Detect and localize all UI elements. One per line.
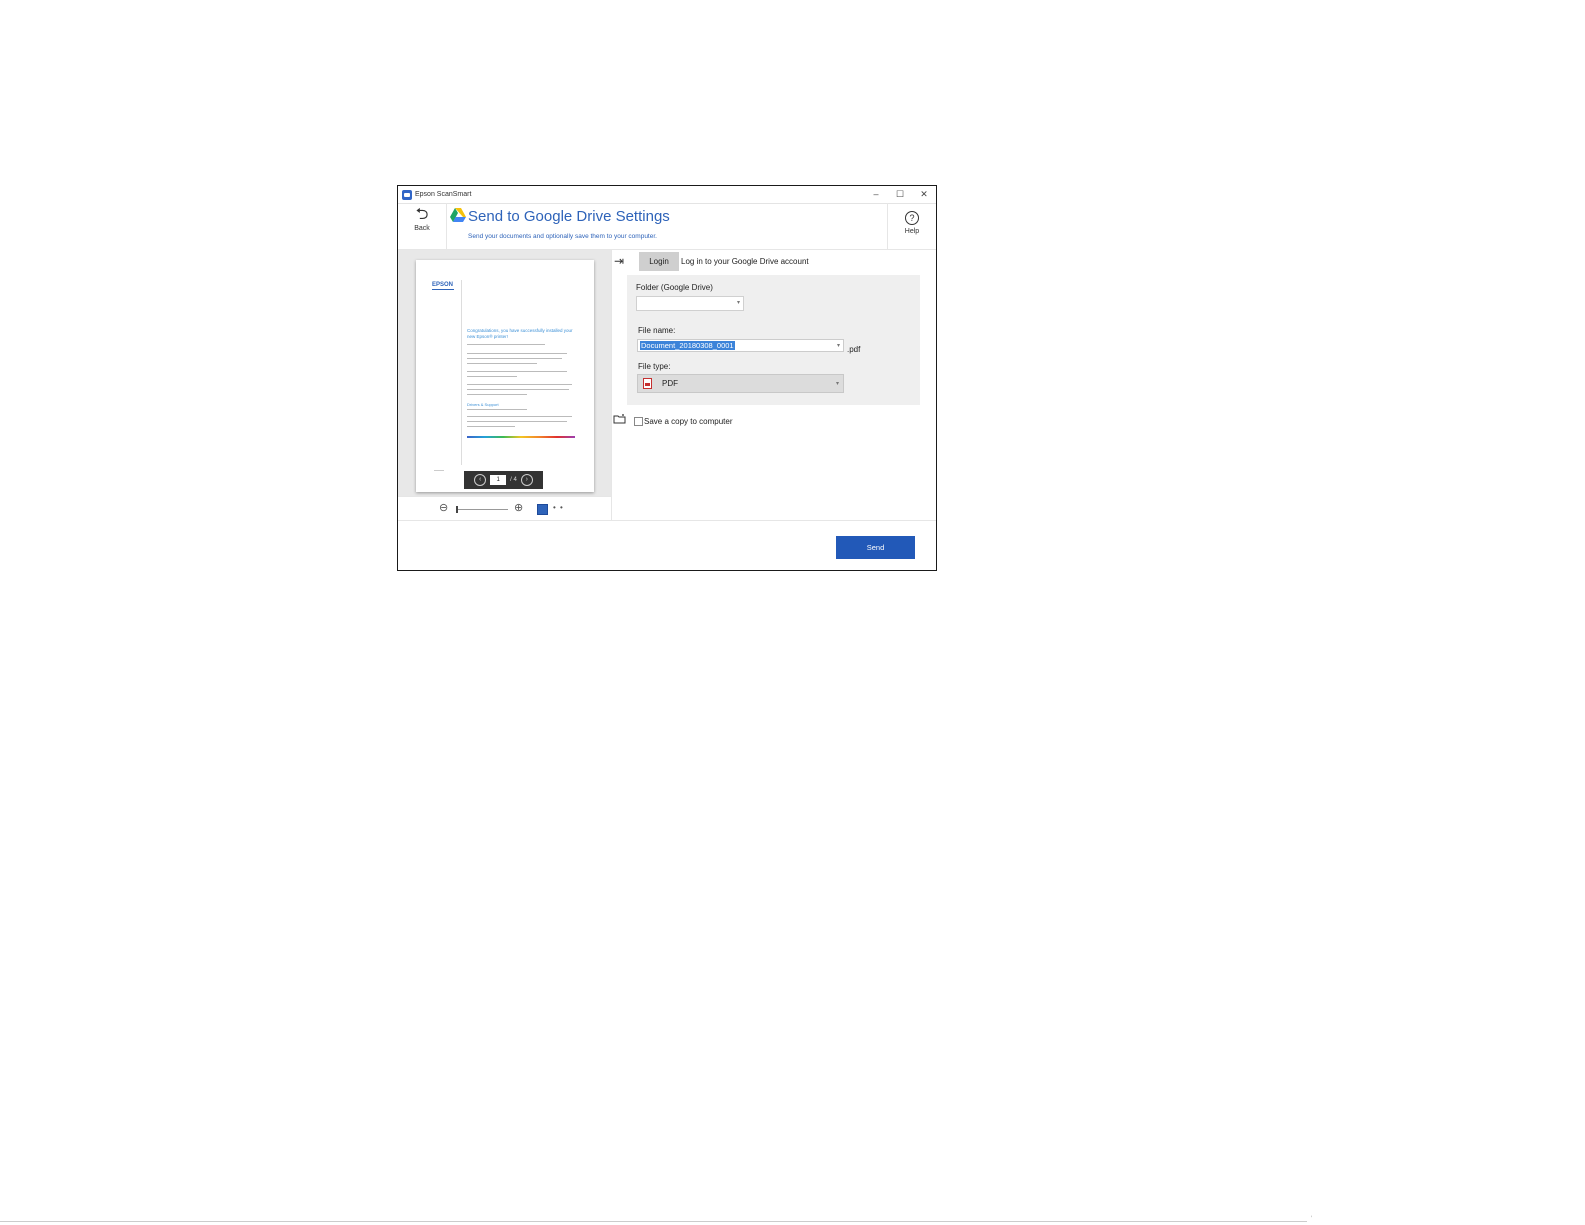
- maximize-button[interactable]: ☐: [888, 186, 912, 203]
- back-label: Back: [414, 225, 430, 232]
- epson-logo: EPSON: [432, 282, 454, 288]
- login-button[interactable]: Login: [639, 252, 679, 271]
- preview-heading: Congratulations, you have successfully i…: [467, 328, 573, 339]
- help-button[interactable]: ? Help: [887, 203, 936, 249]
- file-name-value: Document_20180308_0001: [640, 341, 735, 350]
- file-type-label: File type:: [638, 362, 671, 371]
- send-button[interactable]: Send: [836, 536, 915, 559]
- preview-divider: [461, 280, 462, 465]
- settings-panel: ⇥ Login Log in to your Google Drive acco…: [611, 250, 936, 520]
- file-type-value: PDF: [662, 379, 678, 388]
- preview-text-line: [467, 389, 569, 390]
- preview-text-line: [467, 371, 567, 372]
- zoom-slider-handle[interactable]: [456, 506, 458, 513]
- zoom-slider[interactable]: [456, 509, 508, 510]
- folder-dropdown[interactable]: ▾: [636, 296, 744, 311]
- preview-text-line: [467, 426, 515, 427]
- preview-text-line: [467, 394, 527, 395]
- preview-text-line: [467, 344, 545, 345]
- preview-panel: EPSON Congratulations, you have successf…: [398, 250, 611, 496]
- page-title: Send to Google Drive Settings: [468, 208, 670, 225]
- back-button[interactable]: ⮌ Back: [398, 203, 447, 249]
- app-icon: [402, 189, 412, 200]
- file-name-label: File name:: [638, 326, 676, 335]
- zoom-in-icon[interactable]: ⊕: [514, 501, 523, 514]
- folder-label: Folder (Google Drive): [636, 283, 713, 292]
- page-preview[interactable]: EPSON Congratulations, you have successf…: [416, 260, 594, 492]
- back-arrow-icon: ⮌: [415, 206, 429, 223]
- file-extension: .pdf: [847, 345, 861, 354]
- preview-text-line: [467, 363, 537, 364]
- help-label: Help: [904, 228, 920, 235]
- chevron-down-icon: ▾: [835, 381, 839, 387]
- footer-bar: Send: [398, 520, 936, 570]
- preview-text-line: [467, 358, 562, 359]
- prev-page-button[interactable]: ‹: [474, 474, 487, 486]
- corner-mark: ‘: [1311, 1216, 1313, 1222]
- destination-settings: Folder (Google Drive) ▾ File name: Docum…: [627, 275, 920, 405]
- page-total: / 4: [510, 477, 517, 483]
- app-window: Epson ScanSmart – ☐ ✕ ⮌ Back Send to Goo…: [397, 185, 937, 571]
- preview-text-line: [467, 353, 567, 354]
- zoom-out-icon[interactable]: ⊖: [439, 501, 448, 514]
- page-bottom-rule: [0, 1221, 1307, 1222]
- save-copy-label[interactable]: Save a copy to computer: [644, 417, 733, 426]
- zoom-toolbar: ⊖ ⊕ • •: [398, 496, 612, 521]
- preview-text-line: [467, 421, 567, 422]
- preview-text-line: [467, 409, 527, 410]
- chevron-down-icon[interactable]: ▾: [837, 342, 840, 349]
- google-drive-icon: [450, 208, 466, 222]
- preview-text-line: [467, 376, 517, 377]
- chevron-down-icon: ▾: [736, 300, 740, 306]
- page-subtitle: Send your documents and optionally save …: [468, 233, 657, 240]
- preview-subheading: Drivers & Support: [467, 402, 499, 407]
- page-number-input[interactable]: 1: [490, 475, 507, 485]
- close-button[interactable]: ✕: [912, 186, 936, 203]
- preview-text-line: [467, 416, 572, 417]
- preview-text-line: [467, 384, 572, 385]
- page-header: ⮌ Back Send to Google Drive Settings Sen…: [398, 203, 936, 250]
- minimize-button[interactable]: –: [864, 186, 888, 203]
- preview-footer-line: [434, 470, 444, 471]
- preview-color-bar: [467, 436, 575, 438]
- help-icon: ?: [905, 211, 919, 225]
- folder-save-icon: [613, 414, 626, 424]
- title-bar: Epson ScanSmart – ☐ ✕: [398, 186, 936, 204]
- save-copy-checkbox[interactable]: [634, 417, 643, 426]
- file-type-dropdown[interactable]: PDF ▾: [637, 374, 844, 393]
- login-description: Log in to your Google Drive account: [681, 257, 809, 266]
- more-options-icon[interactable]: • •: [553, 503, 564, 512]
- next-page-button[interactable]: ›: [520, 474, 533, 486]
- page-navigator: ‹ 1 / 4 ›: [464, 471, 543, 489]
- fit-page-icon[interactable]: [537, 504, 548, 515]
- file-name-input[interactable]: Document_20180308_0001 ▾: [637, 339, 844, 352]
- window-title: Epson ScanSmart: [415, 191, 472, 198]
- pdf-icon: [643, 378, 652, 389]
- login-icon: ⇥: [614, 254, 625, 268]
